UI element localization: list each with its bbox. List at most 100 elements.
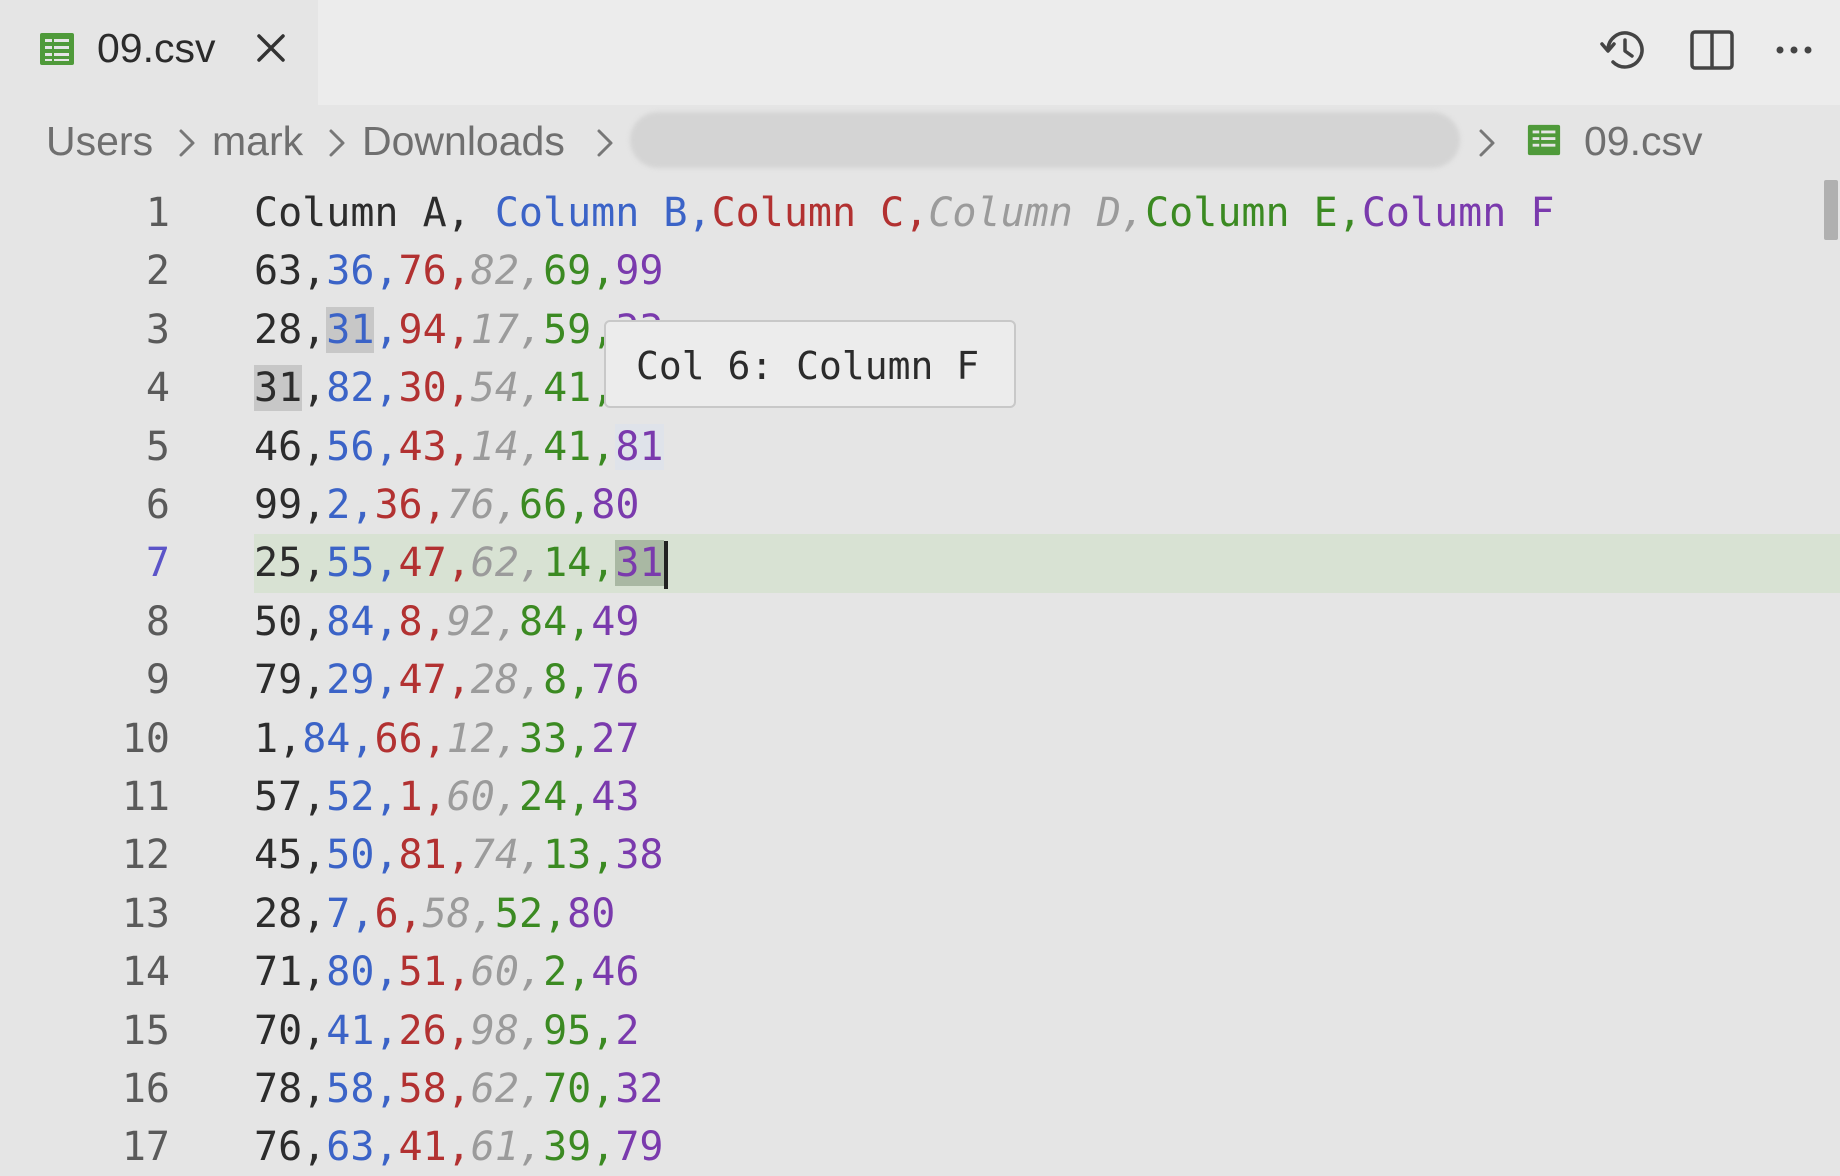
csv-row[interactable]: 71,80,51,60,2,46: [254, 943, 639, 1001]
csv-row[interactable]: 31,82,30,54,41,16: [254, 359, 664, 417]
cell-value: 52: [494, 890, 544, 937]
csv-cell: 80: [591, 482, 639, 528]
cell-value: 99: [615, 248, 664, 295]
csv-cell: 79,: [254, 657, 327, 704]
cell-value: 74: [470, 832, 519, 879]
csv-row[interactable]: 57,52,1,60,24,43: [254, 768, 639, 826]
csv-row[interactable]: 76,63,41,61,39,79: [254, 1118, 664, 1176]
cell-value: 27: [591, 715, 640, 762]
breadcrumb-users[interactable]: Users: [46, 115, 153, 167]
split-editor-icon[interactable]: [1686, 24, 1738, 76]
csv-row[interactable]: 63,36,76,82,69,99: [254, 242, 664, 300]
csv-cell: 50,: [254, 598, 327, 645]
csv-cell: 14,: [470, 423, 544, 470]
cell-value: 38: [615, 832, 664, 879]
line-number: 10: [121, 715, 170, 762]
cell-value: Column C: [711, 190, 905, 236]
csv-row[interactable]: 70,41,26,98,95,2: [254, 1002, 639, 1060]
csv-row[interactable]: 46,56,43,14,41,81: [254, 418, 664, 476]
csv-cell: 99: [615, 248, 663, 294]
csv-cell: 31,: [326, 306, 399, 353]
timeline-history-icon[interactable]: [1598, 24, 1650, 76]
cell-value: 17: [470, 306, 519, 353]
csv-cell: 45,: [254, 832, 327, 879]
csv-row[interactable]: 78,58,58,62,70,32: [254, 1060, 664, 1118]
cell-value: 24: [518, 774, 568, 820]
cell-value: 80: [326, 949, 375, 996]
csv-row[interactable]: 50,84,8,92,84,49: [254, 593, 639, 651]
csv-cell: 82,: [326, 365, 399, 412]
cell-value: 31: [615, 540, 664, 587]
csv-row[interactable]: 28,31,94,17,59,33: [254, 301, 664, 359]
cell-value: 79: [254, 657, 303, 704]
csv-row[interactable]: 1,84,66,12,33,27: [254, 710, 639, 768]
csv-cell: 46: [591, 949, 639, 995]
chevron-right-icon: [1479, 129, 1495, 157]
csv-row[interactable]: 45,50,81,74,13,38: [254, 826, 664, 884]
csv-cell: 76,: [254, 1124, 327, 1171]
csv-cell: Column D,: [928, 190, 1146, 236]
csv-cell: 47,: [398, 657, 471, 704]
cell-value: 57: [254, 774, 303, 820]
breadcrumb-downloads[interactable]: Downloads: [362, 115, 565, 167]
vertical-scrollbar[interactable]: [1822, 179, 1840, 1162]
cell-value: 84: [518, 598, 568, 645]
csv-cell: 52,: [494, 890, 568, 937]
cell-value: 12: [446, 715, 495, 762]
csv-cell: 80,: [326, 949, 399, 996]
cell-value: 70: [543, 1066, 592, 1112]
cell-value: 80: [591, 482, 640, 528]
cell-value: 41: [398, 1124, 447, 1171]
cell-value: 2: [615, 1007, 640, 1054]
csv-cell: 84,: [518, 598, 592, 645]
csv-cell: 41,: [543, 423, 616, 470]
cell-value: 43: [591, 774, 640, 820]
csv-row[interactable]: 79,29,47,28,8,76: [254, 651, 639, 709]
csv-row[interactable]: 28,7,6,58,52,80: [254, 885, 615, 943]
breadcrumb-file[interactable]: 09.csv: [1584, 115, 1703, 167]
cell-value: Column A: [254, 190, 447, 236]
csv-cell: 61,: [470, 1124, 544, 1171]
csv-cell: 26,: [398, 1007, 471, 1054]
cell-value: 81: [615, 423, 664, 470]
csv-cell: 58,: [326, 1066, 399, 1112]
csv-cell: 76,: [398, 248, 471, 295]
csv-cell: 36,: [326, 248, 399, 295]
cell-value: 36: [326, 248, 375, 295]
cell-value: 2: [326, 482, 351, 528]
cell-value: 29: [326, 657, 375, 704]
csv-row[interactable]: 25,55,47,62,14,31: [254, 534, 668, 592]
scrollbar-thumb[interactable]: [1824, 180, 1838, 240]
more-actions-icon[interactable]: [1768, 24, 1820, 76]
csv-cell: 69,: [543, 248, 616, 295]
cell-value: 54: [470, 365, 519, 412]
cell-value: 31: [254, 365, 303, 412]
csv-cell: 39,: [543, 1124, 616, 1171]
breadcrumb-mark[interactable]: mark: [212, 115, 303, 167]
cell-value: 33: [518, 715, 568, 762]
csv-cell: 81: [615, 423, 664, 470]
cell-value: 47: [398, 657, 447, 704]
cell-value: 76: [254, 1124, 303, 1171]
csv-row[interactable]: 99,2,36,76,66,80: [254, 476, 639, 534]
tab-label: 09.csv: [97, 25, 216, 71]
csv-cell: 66,: [374, 715, 447, 762]
csv-cell: 27: [591, 716, 639, 762]
cell-value: 14: [470, 423, 519, 470]
cell-value: 36: [374, 482, 423, 528]
cell-value: 71: [254, 949, 303, 996]
chevron-right-icon: [179, 129, 195, 157]
line-number: 16: [121, 1066, 170, 1112]
csv-cell: 1,: [254, 715, 303, 762]
line-number: 7: [145, 540, 170, 587]
editor-tab[interactable]: 09.csv: [0, 0, 318, 105]
cell-value: 41: [543, 423, 592, 470]
chevron-right-icon: [329, 129, 345, 157]
close-icon[interactable]: [253, 30, 289, 66]
csv-cell: 58,: [422, 890, 495, 937]
line-number: 5: [145, 423, 170, 470]
csv-cell: 41,: [398, 1124, 471, 1171]
csv-cell: 38: [615, 832, 663, 878]
csv-header-line[interactable]: Column A, Column B,Column C,Column D,Col…: [254, 184, 1555, 242]
cell-value: 25: [254, 540, 303, 587]
